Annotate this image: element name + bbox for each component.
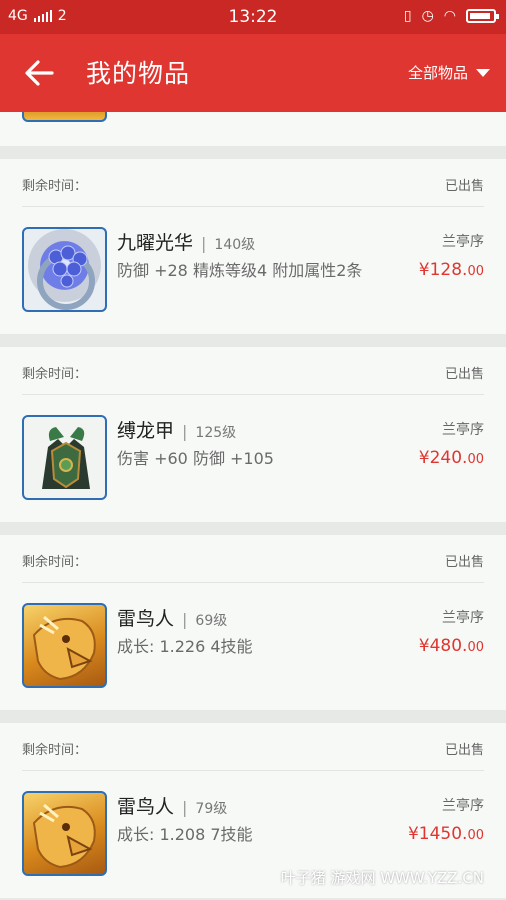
name-separator: | bbox=[201, 234, 207, 253]
price-decimals: 00 bbox=[467, 828, 484, 843]
status-badge: 已出售 bbox=[444, 743, 484, 758]
item-title: 雷鸟人 bbox=[117, 608, 175, 630]
item-name: 缚龙甲 | 125级 bbox=[117, 416, 236, 443]
item-thumbnail bbox=[22, 112, 107, 122]
price-decimals: 00 bbox=[467, 640, 484, 655]
remaining-time-label: 剩余时间： bbox=[22, 555, 88, 570]
item-stats: 成长: 1.208 7技能 bbox=[117, 825, 253, 844]
seller-name: 兰亭序 bbox=[442, 422, 484, 438]
price-main: ¥480. bbox=[418, 636, 468, 656]
name-separator: | bbox=[182, 798, 188, 817]
list-item[interactable]: 剩余时间： 已出售 缚龙甲 | 125级 伤害 +60 防御 +105 兰亭序 ¥2… bbox=[0, 347, 506, 522]
status-right: ▯ ◷ ◠ bbox=[403, 8, 499, 24]
item-name: 雷鸟人 | 69级 bbox=[117, 604, 227, 631]
filter-label: 全部物品 bbox=[407, 64, 468, 82]
divider bbox=[0, 522, 506, 535]
item-level: 140级 bbox=[214, 237, 256, 253]
price-decimals: 00 bbox=[467, 264, 484, 279]
divider bbox=[0, 710, 506, 723]
item-level: 125级 bbox=[195, 425, 237, 441]
remaining-time-label: 剩余时间： bbox=[22, 743, 88, 758]
listing-header: 剩余时间： 已出售 bbox=[22, 159, 484, 207]
item-stats: 防御 +28 精炼等级4 附加属性2条 bbox=[117, 261, 363, 280]
alarm-icon: ◷ bbox=[421, 8, 434, 24]
seller-name: 兰亭序 bbox=[442, 234, 484, 250]
list-item[interactable]: 剩余时间： 已出售 雷鸟人 | 69级 成长: 1.226 4技能 兰亭序 ¥480… bbox=[0, 535, 506, 710]
item-title: 九曜光华 bbox=[117, 232, 194, 254]
seller-name: 兰亭序 bbox=[442, 610, 484, 626]
item-list[interactable]: 剩余时间： 已出售 九曜光华 | 140级 防御 +28 精炼等级4 附加属性2条 … bbox=[0, 112, 506, 900]
item-stats: 成长: 1.226 4技能 bbox=[117, 637, 253, 656]
seller-name: 兰亭序 bbox=[442, 798, 484, 814]
price-main: ¥240. bbox=[418, 448, 468, 468]
gem-ring-icon bbox=[22, 227, 107, 312]
item-price: ¥128.00 bbox=[419, 260, 484, 280]
item-title: 缚龙甲 bbox=[117, 420, 175, 442]
remaining-time-label: 剩余时间： bbox=[22, 179, 88, 194]
item-name: 九曜光华 | 140级 bbox=[117, 228, 255, 255]
battery-icon bbox=[466, 9, 499, 23]
listing-header: 剩余时间： 已出售 bbox=[22, 535, 484, 583]
app-bar: 我的物品 全部物品 bbox=[0, 34, 506, 112]
divider bbox=[0, 146, 506, 159]
back-arrow-icon[interactable] bbox=[22, 56, 56, 90]
name-separator: | bbox=[182, 422, 188, 441]
thunderbird-icon bbox=[22, 791, 107, 876]
price-main: ¥1450. bbox=[407, 824, 468, 844]
price-main: ¥128. bbox=[418, 260, 468, 280]
item-price: ¥480.00 bbox=[419, 636, 484, 656]
status-badge: 已出售 bbox=[444, 367, 484, 382]
item-level: 69级 bbox=[195, 613, 228, 629]
name-separator: | bbox=[182, 610, 188, 629]
status-badge: 已出售 bbox=[444, 179, 484, 194]
divider bbox=[0, 334, 506, 347]
item-level: 79级 bbox=[195, 801, 228, 817]
status-badge: 已出售 bbox=[444, 555, 484, 570]
armor-icon bbox=[22, 415, 107, 500]
watermark-logo: 叶子猪 游戏网 WWW.YZZ.CN bbox=[280, 869, 484, 887]
listing-header: 剩余时间： 已出售 bbox=[22, 723, 484, 771]
status-bar: 4G 2 13:22 ▯ ◷ ◠ bbox=[0, 0, 506, 34]
item-price: ¥1450.00 bbox=[408, 824, 484, 844]
vibrate-icon: ▯ bbox=[403, 8, 412, 24]
list-item[interactable]: 剩余时间： 已出售 九曜光华 | 140级 防御 +28 精炼等级4 附加属性2条 … bbox=[0, 159, 506, 334]
price-decimals: 00 bbox=[467, 452, 484, 467]
thunderbird-icon bbox=[22, 603, 107, 688]
item-name: 雷鸟人 | 79级 bbox=[117, 792, 227, 819]
item-title: 雷鸟人 bbox=[117, 796, 175, 818]
remaining-time-label: 剩余时间： bbox=[22, 367, 88, 382]
item-price: ¥240.00 bbox=[419, 448, 484, 468]
filter-dropdown[interactable]: 全部物品 bbox=[408, 62, 490, 83]
wifi-icon: ◠ bbox=[443, 8, 456, 24]
listing-header: 剩余时间： 已出售 bbox=[22, 347, 484, 395]
item-stats: 伤害 +60 防御 +105 bbox=[117, 449, 274, 468]
list-item-partial[interactable] bbox=[0, 112, 506, 146]
page-title: 我的物品 bbox=[86, 59, 191, 88]
caret-down-icon bbox=[476, 68, 490, 77]
